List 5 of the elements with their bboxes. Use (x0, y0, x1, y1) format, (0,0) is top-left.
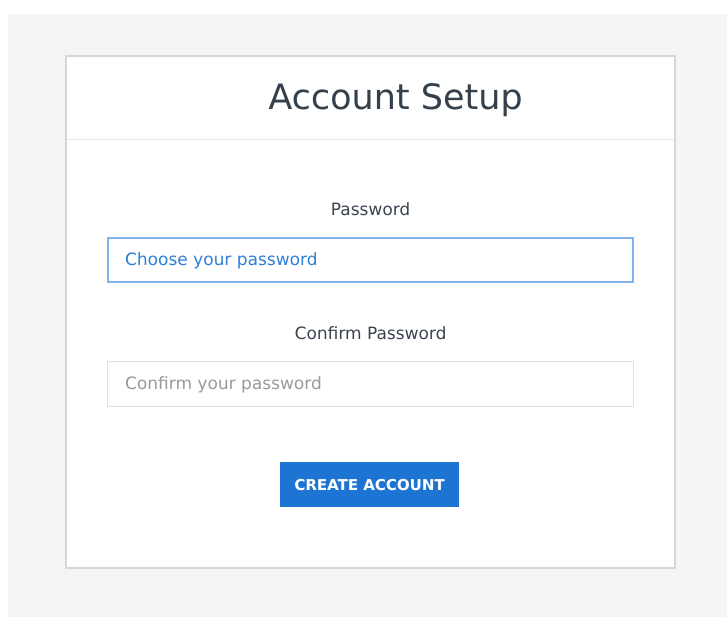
card-title: Account Setup (268, 78, 523, 118)
create-account-button[interactable]: CREATE ACCOUNT (280, 462, 459, 507)
field-label: Password (330, 200, 410, 220)
password-field[interactable]: Choose your password (107, 237, 634, 283)
field-label: Confirm Password (294, 324, 446, 344)
